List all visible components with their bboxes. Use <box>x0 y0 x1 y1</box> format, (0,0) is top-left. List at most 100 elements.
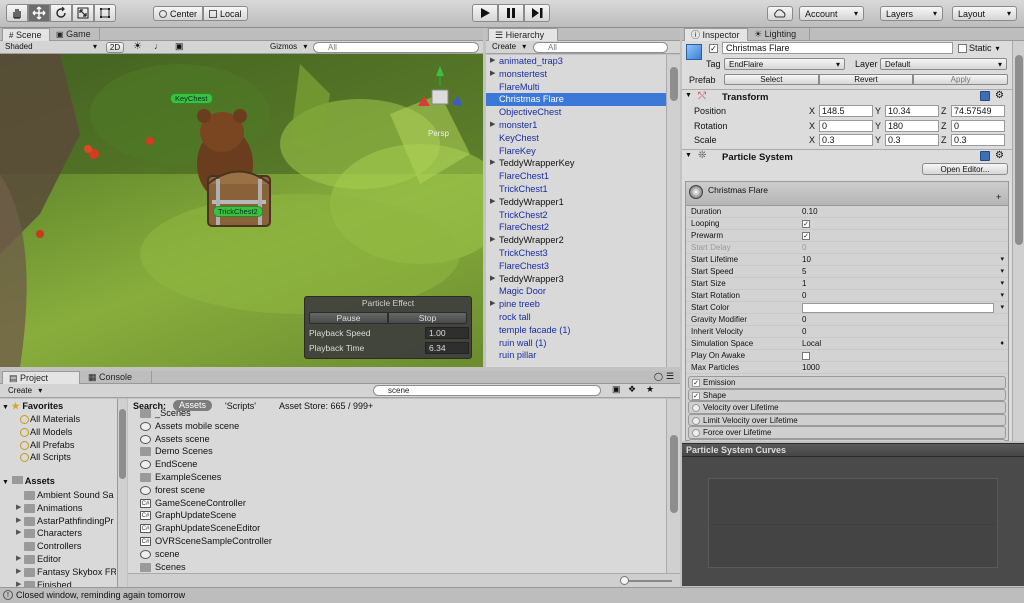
particle-module-header[interactable]: Color over Lifetime <box>688 438 1006 441</box>
project-folders-scrollbar[interactable] <box>118 399 127 587</box>
module-enabled-checkbox[interactable]: ✓ <box>692 379 700 387</box>
particle-system-name-bar[interactable]: Christmas Flare + <box>686 182 1008 206</box>
hierarchy-item[interactable]: ▶ monstertest <box>486 68 666 81</box>
move-tool-button[interactable] <box>28 4 50 22</box>
transform-field-x[interactable]: 0 <box>819 119 873 132</box>
curve-mode-dropdown-icon[interactable]: ▾ <box>1000 290 1004 302</box>
expand-arrow-icon[interactable]: ▶ <box>490 68 495 81</box>
transform-help-icon[interactable] <box>980 91 990 101</box>
expand-arrow-icon[interactable]: ▶ <box>16 502 21 515</box>
expand-arrow-icon[interactable]: ▶ <box>16 527 21 540</box>
open-editor-button[interactable]: Open Editor... <box>922 163 1008 175</box>
expand-arrow-icon[interactable]: ▶ <box>16 566 21 579</box>
search-result-item[interactable]: C# GraphUpdateScene <box>140 509 666 522</box>
play-button[interactable] <box>472 4 498 22</box>
transform-field-y[interactable]: 0.3 <box>885 134 939 146</box>
expand-arrow-icon[interactable]: ▶ <box>16 579 21 587</box>
particle-foldout-icon[interactable]: ▼ <box>685 152 692 159</box>
curve-mode-dropdown-icon[interactable]: ▾ <box>1000 278 1004 290</box>
expand-arrow-icon[interactable]: ▶ <box>16 553 21 566</box>
transform-field-z[interactable]: 0.3 <box>951 134 1005 146</box>
particle-property-value[interactable]: Local <box>802 338 1000 350</box>
folders-scroll-thumb[interactable] <box>119 409 126 479</box>
particle-module-header[interactable]: Limit Velocity over Lifetime <box>688 413 1006 426</box>
playback-speed-field[interactable]: 1.00 <box>425 327 469 339</box>
transform-field-y[interactable]: 10.34 <box>885 105 939 117</box>
particle-system-header[interactable]: ▼ ❊ Particle System ⚙ <box>682 149 1012 163</box>
hierarchy-item[interactable]: temple facade (1) <box>486 324 666 337</box>
particle-property-value[interactable]: 10 <box>802 254 1000 266</box>
particle-property-checkbox[interactable]: ✓ <box>802 232 810 240</box>
handle-toggle[interactable]: Local <box>203 6 248 21</box>
axis-label-z[interactable]: Z <box>941 135 947 145</box>
search-result-item[interactable]: Scenes <box>140 561 666 573</box>
curve-mode-dropdown-icon[interactable]: ▾ <box>1000 254 1004 266</box>
asset-folder-item[interactable]: ▶ Characters <box>0 527 116 540</box>
hierarchy-item[interactable]: ruin wall (1) <box>486 337 666 350</box>
transform-field-z[interactable]: 0 <box>951 119 1005 132</box>
rect-tool-button[interactable] <box>94 4 116 22</box>
search-result-item[interactable]: scene <box>140 548 666 561</box>
hierarchy-item[interactable]: rock tall <box>486 311 666 324</box>
prefab-apply-button[interactable]: Apply <box>913 74 1009 85</box>
playback-time-field[interactable]: 6.34 <box>425 342 469 354</box>
asset-folder-item[interactable]: ▶ Editor <box>0 553 116 566</box>
expand-arrow-icon[interactable]: ▶ <box>490 273 495 286</box>
active-checkbox[interactable]: ✓ <box>709 44 718 53</box>
asset-folder-item[interactable]: ▶ Animations <box>0 502 116 515</box>
favorite-item[interactable]: All Prefabs <box>0 439 116 452</box>
search-result-item[interactable]: C# GraphUpdateSceneEditor <box>140 522 666 535</box>
hierarchy-item[interactable]: ▶ monster1 <box>486 119 666 132</box>
search-result-item[interactable]: C# GameSceneController <box>140 497 666 510</box>
asset-folder-item[interactable]: ▶ AstarPathfindingPr <box>0 515 116 528</box>
hierarchy-item[interactable]: ruin pillar <box>486 349 666 362</box>
particle-help-icon[interactable] <box>980 151 990 161</box>
shading-dropdown[interactable]: Shaded <box>5 42 97 51</box>
add-module-icon[interactable]: + <box>996 192 1001 202</box>
transform-settings-icon[interactable]: ⚙ <box>995 90 1004 101</box>
tab-inspector[interactable]: ⓘ Inspector <box>684 28 748 41</box>
particle-property-value[interactable]: 1000 <box>802 362 1000 374</box>
expand-arrow-icon[interactable]: ▶ <box>490 157 495 170</box>
particle-property-value[interactable]: 5 <box>802 266 1000 278</box>
tab-hierarchy[interactable]: ☰ Hierarchy <box>488 28 558 41</box>
curve-mode-dropdown-icon[interactable]: ▾ <box>1000 266 1004 278</box>
module-enabled-checkbox[interactable] <box>692 429 700 437</box>
search-by-label-icon[interactable]: ❖ <box>628 384 636 395</box>
scale-tool-button[interactable] <box>72 4 94 22</box>
favorite-item[interactable]: All Materials <box>0 413 116 426</box>
axis-label-x[interactable]: X <box>809 121 815 131</box>
results-scrollbar[interactable] <box>666 399 680 573</box>
hierarchy-item[interactable]: FlareChest1 <box>486 170 666 183</box>
inspector-scroll-thumb[interactable] <box>1015 55 1023 245</box>
scene-viewport[interactable]: Persp KeyChest TrickChest2 Particle Effe… <box>0 54 483 367</box>
module-enabled-checkbox[interactable] <box>692 404 700 412</box>
transform-field-x[interactable]: 148.5 <box>819 105 873 117</box>
axis-label-y[interactable]: Y <box>875 135 881 145</box>
scene-search-input[interactable]: All <box>313 42 479 53</box>
particle-system-enabled-checkbox[interactable] <box>710 153 718 161</box>
icon-size-slider[interactable] <box>620 576 672 585</box>
axis-label-z[interactable]: Z <box>941 106 947 116</box>
particle-stop-button[interactable]: Stop <box>388 312 467 324</box>
effects-toggle-icon[interactable]: ▣ <box>175 41 184 52</box>
expand-arrow-icon[interactable]: ▶ <box>490 196 495 209</box>
transform-field-x[interactable]: 0.3 <box>819 134 873 146</box>
static-label[interactable]: Static <box>969 43 1000 53</box>
particle-settings-icon[interactable]: ⚙ <box>995 150 1004 161</box>
favorite-item[interactable]: All Scripts <box>0 451 116 464</box>
particle-module-header[interactable]: Velocity over Lifetime <box>688 401 1006 414</box>
hierarchy-item[interactable]: FlareMulti <box>486 81 666 94</box>
axis-label-x[interactable]: X <box>809 135 815 145</box>
module-enabled-checkbox[interactable]: ✓ <box>692 391 700 400</box>
prefab-revert-button[interactable]: Revert <box>818 74 914 85</box>
particle-property-value[interactable]: 0 <box>802 314 1000 326</box>
hierarchy-item[interactable]: FlareChest2 <box>486 221 666 234</box>
particle-module-header[interactable]: ✓ Emission <box>688 376 1006 389</box>
search-result-item[interactable]: Assets scene <box>140 433 666 446</box>
tab-project[interactable]: ▤ Project <box>2 371 80 384</box>
particle-property-checkbox[interactable] <box>802 352 810 360</box>
inspector-scrollbar[interactable] <box>1012 41 1024 441</box>
particle-property-value[interactable]: 0 <box>802 290 1000 302</box>
search-result-item[interactable]: C# OVRSceneSampleController <box>140 535 666 548</box>
